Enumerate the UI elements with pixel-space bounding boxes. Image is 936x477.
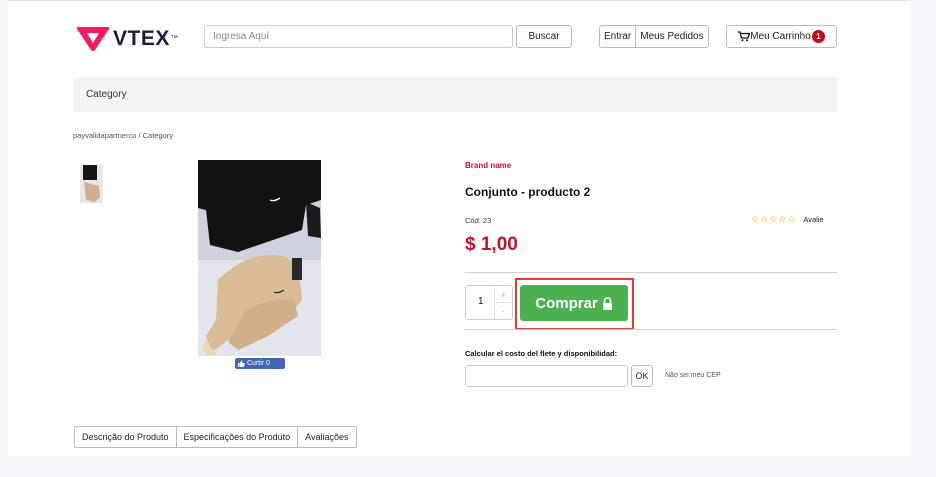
category-menu-item[interactable]: Category [86, 89, 127, 100]
brand-name[interactable]: Brand name [465, 161, 511, 170]
my-orders-button[interactable]: Meus Pedidos [635, 26, 707, 47]
search-input[interactable] [204, 25, 513, 48]
product-price: $ 1,00 [465, 234, 518, 255]
product-rating[interactable]: ☆ ☆ ☆ ☆ ☆ Avalie [751, 215, 824, 225]
cart-label: Meu Carrinho [750, 31, 811, 42]
shipping-ok-button[interactable]: OK [631, 365, 653, 387]
vtex-logo-icon [76, 27, 110, 51]
buy-button[interactable]: Comprar [520, 285, 628, 321]
product-photo [198, 160, 321, 356]
logo-text: VTEX [113, 26, 170, 50]
vtex-logo[interactable]: VTEX ™ [76, 25, 178, 52]
star-outline-icon[interactable]: ☆ [778, 215, 786, 224]
category-menu-bar: Category [73, 77, 837, 112]
cart-button[interactable]: Meu Carrinho 1 [726, 25, 837, 48]
review-link[interactable]: Avalie [803, 215, 823, 224]
cart-count-badge: 1 [811, 30, 825, 43]
product-thumbnail[interactable] [80, 165, 103, 203]
shipping-calculator-label: Calcular el costo del flete y disponibil… [465, 349, 618, 358]
thumbnail-image [80, 165, 103, 203]
tab-reviews[interactable]: Avaliações [297, 427, 355, 447]
thumbs-up-icon [238, 360, 245, 367]
divider [465, 329, 837, 330]
quantity-decrease-button[interactable]: - [494, 303, 512, 319]
product-title: Conjunto - producto 2 [465, 185, 591, 199]
lock-icon [602, 296, 612, 310]
quantity-stepper[interactable]: 1 + - [465, 285, 513, 320]
facebook-like-button[interactable]: Curtir 0 [235, 358, 285, 369]
quantity-value[interactable]: 1 [478, 296, 484, 307]
star-outline-icon[interactable]: ☆ [769, 215, 777, 224]
product-main-image[interactable] [198, 160, 321, 356]
buy-button-label: Comprar [535, 294, 598, 312]
star-outline-icon[interactable]: ☆ [787, 215, 795, 224]
search-button[interactable]: Buscar [516, 25, 572, 48]
tab-specifications[interactable]: Especificações do Produto [175, 427, 298, 447]
tab-description[interactable]: Descrição do Produto [75, 427, 176, 447]
star-outline-icon[interactable]: ☆ [751, 215, 759, 224]
facebook-like-label: Curtir 0 [247, 360, 270, 367]
account-button-group: Entrar Meus Pedidos [599, 25, 709, 48]
page: VTEX ™ Buscar Entrar Meus Pedidos Meu Ca… [8, 0, 911, 456]
product-sku: Cód: 23 [465, 216, 492, 225]
star-outline-icon[interactable]: ☆ [760, 215, 768, 224]
breadcrumb[interactable]: payvalidapartnerco / Category [73, 131, 173, 140]
login-button[interactable]: Entrar [600, 26, 635, 47]
unknown-postal-code-link[interactable]: Não sei meu CEP [665, 372, 721, 379]
product-tabs: Descrição do Produto Especificações do P… [74, 426, 357, 448]
cart-icon [738, 31, 751, 42]
postal-code-input[interactable] [465, 365, 628, 387]
logo-trademark: ™ [170, 35, 178, 42]
divider [465, 272, 837, 273]
quantity-increase-button[interactable]: + [494, 287, 512, 303]
